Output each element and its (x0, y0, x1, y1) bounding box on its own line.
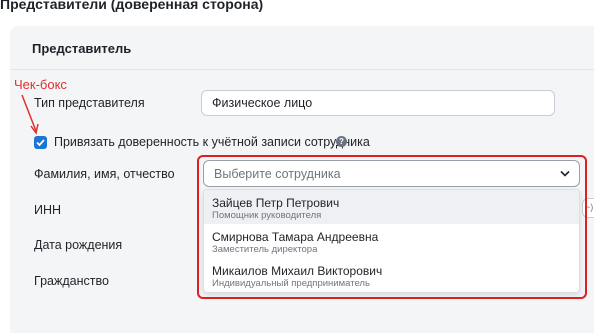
employee-option-name: Зайцев Петр Петрович (212, 196, 340, 210)
employee-option-name: Смирнова Тамара Андреевна (212, 230, 379, 244)
citizenship-label: Гражданство (34, 274, 109, 288)
card-header: Представитель (10, 26, 594, 70)
inn-label: ИНН (34, 203, 62, 217)
representative-type-label: Тип представителя (34, 96, 145, 110)
card-title: Представитель (32, 41, 132, 56)
employee-option-role: Индивидуальный предприниматель (212, 278, 370, 289)
employee-select[interactable]: Выберите сотрудника (203, 160, 580, 187)
link-account-label[interactable]: Привязать доверенность к учётной записи … (54, 135, 370, 149)
birth-date-label: Дата рождения (34, 238, 123, 252)
link-account-checkbox[interactable] (34, 136, 47, 149)
employee-option-name: Микаилов Михаил Викторович (212, 264, 383, 278)
question-circle-icon[interactable]: ? (336, 136, 347, 147)
annotation-label: Чек-бокс (14, 77, 67, 92)
employee-option[interactable]: Смирнова Тамара Андреевна Заместитель ди… (204, 224, 579, 258)
section-title: Представители (доверенная сторона) (0, 0, 264, 12)
check-icon (36, 139, 45, 147)
fio-label: Фамилия, имя, отчество (34, 167, 175, 181)
representative-type-field[interactable]: Физическое лицо (201, 90, 555, 116)
chevron-down-icon[interactable] (560, 170, 570, 177)
employee-dropdown: Зайцев Петр Петрович Помощник руководите… (203, 189, 580, 293)
employee-option[interactable]: Зайцев Петр Петрович Помощник руководите… (204, 190, 579, 224)
employee-option-role: Заместитель директора (212, 244, 318, 255)
employee-select-placeholder: Выберите сотрудника (214, 167, 341, 181)
employee-option[interactable]: Микаилов Михаил Викторович Индивидуальны… (204, 258, 579, 292)
employee-option-role: Помощник руководителя (212, 210, 322, 221)
